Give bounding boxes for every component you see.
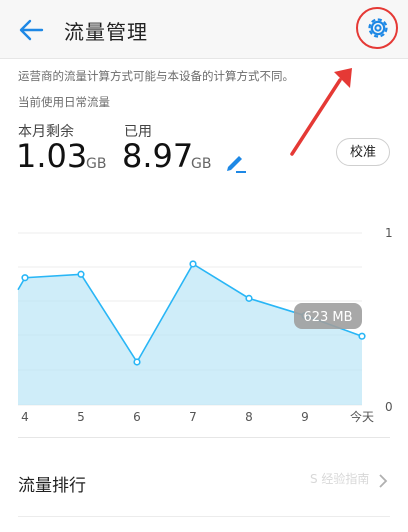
carrier-notice: 运营商的流量计算方式可能与本设备的计算方式不同。 [18, 69, 294, 83]
page-title: 流量管理 [64, 20, 148, 44]
data-point[interactable] [133, 358, 141, 366]
x-axis-tick-label: 5 [77, 410, 85, 424]
x-axis-tick-label: 9 [301, 410, 309, 424]
watermark-text: S 经验指南 [310, 472, 370, 486]
data-point[interactable] [358, 332, 366, 340]
chevron-right-icon [379, 474, 388, 488]
daily-usage-chart: 4 5 6 7 8 9 今天 1 0 623 MB [17, 226, 393, 424]
x-axis-tick-label: 4 [21, 410, 29, 424]
y-axis-min-label: 0 [385, 400, 393, 414]
remaining-value: 1.03 [16, 137, 88, 175]
used-value: 8.97 [122, 137, 194, 175]
data-point[interactable] [21, 274, 29, 282]
calibrate-button[interactable]: 校准 [336, 138, 390, 166]
divider [18, 437, 390, 438]
chart-area [18, 263, 362, 405]
annotation-circle [356, 7, 398, 49]
bottom-divider [18, 516, 390, 517]
app-header: 流量管理 [0, 0, 408, 59]
usage-tooltip: 623 MB [294, 303, 362, 329]
y-axis-max-label: 1 [385, 226, 393, 240]
edit-pencil-icon[interactable] [224, 150, 248, 174]
x-axis-tick-label: 7 [189, 410, 197, 424]
back-arrow-icon[interactable] [16, 16, 46, 44]
data-point[interactable] [245, 294, 253, 302]
remaining-unit: GB [86, 156, 107, 172]
x-axis-tick-label: 8 [245, 410, 253, 424]
x-axis-tick-label: 今天 [350, 409, 374, 424]
data-point[interactable] [77, 270, 85, 278]
data-point[interactable] [189, 260, 197, 268]
section-title: 当前使用日常流量 [18, 95, 110, 109]
tooltip-label: 623 MB [303, 310, 352, 325]
traffic-ranking-label: 流量排行 [18, 476, 86, 496]
used-unit: GB [191, 156, 212, 172]
x-axis-tick-label: 6 [133, 410, 141, 424]
